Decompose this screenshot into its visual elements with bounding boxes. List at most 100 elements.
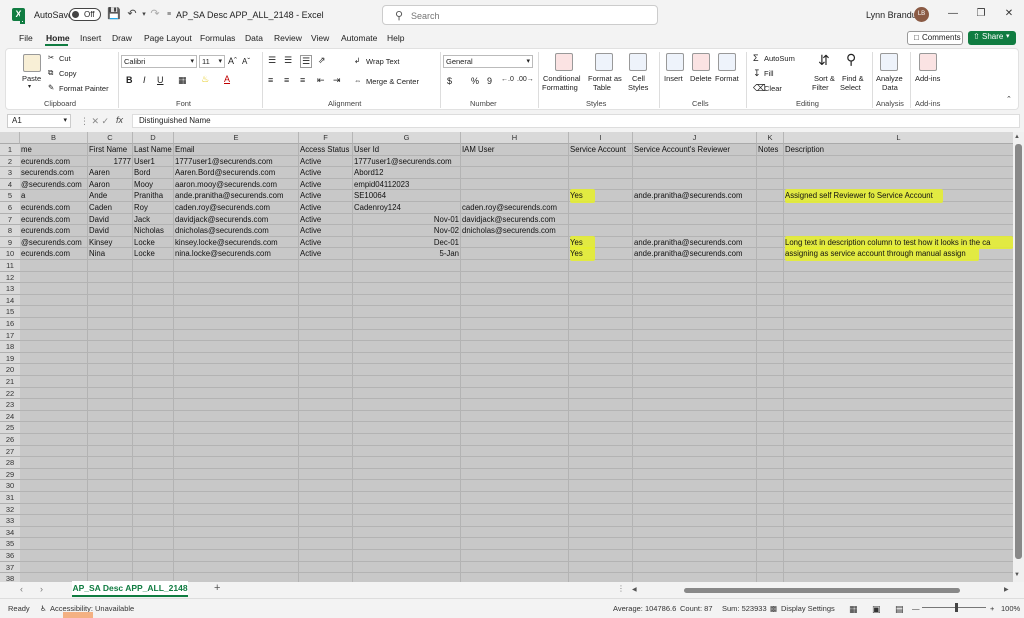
table-cell[interactable]: Nov-01 (353, 214, 461, 226)
table-cell[interactable]: Active (299, 237, 321, 249)
fill-button[interactable]: Fill (764, 69, 774, 78)
scroll-down-icon[interactable]: ▼ (1014, 572, 1020, 578)
table-cell[interactable]: Abord12 (353, 167, 383, 179)
row-header[interactable]: 23 (0, 399, 20, 411)
tab-help[interactable]: Help (387, 33, 404, 43)
row-header[interactable]: 35 (0, 538, 20, 550)
table-cell[interactable]: Yes (569, 237, 583, 249)
header-cell[interactable]: me (20, 144, 32, 156)
row-header[interactable]: 2 (0, 155, 20, 168)
align-right-icon[interactable]: ≡ (300, 75, 305, 85)
tab-insert[interactable]: Insert (80, 33, 101, 43)
decrease-font-icon[interactable]: Aˇ (242, 57, 250, 66)
table-cell[interactable]: Mooy (133, 179, 153, 191)
increase-indent-icon[interactable]: ⇥ (333, 75, 341, 86)
collapse-ribbon-icon[interactable]: ⌃ (1006, 95, 1012, 103)
table-cell[interactable]: Yes (569, 190, 583, 202)
column-header-l[interactable]: L (784, 132, 1014, 144)
zoom-slider-knob[interactable] (955, 603, 958, 612)
table-cell[interactable]: Nov-02 (353, 225, 461, 237)
column-header-h[interactable]: H (461, 132, 569, 144)
vertical-scrollbar[interactable]: ▲ ▼ (1013, 132, 1024, 582)
column-header-e[interactable]: E (174, 132, 299, 144)
autosum-icon[interactable]: Σ (753, 53, 759, 63)
delete-cells-icon[interactable] (692, 53, 710, 71)
table-cell[interactable]: @securends.com (20, 237, 82, 249)
row-header[interactable]: 20 (0, 364, 20, 376)
customize-toolbar-icon[interactable]: ≡ (162, 8, 176, 21)
table-cell[interactable]: @securends.com (20, 179, 82, 191)
cancel-confirm-icons[interactable]: ⋮ ✕ ✓ (80, 116, 109, 127)
search-input[interactable] (411, 9, 641, 22)
add-sheet-icon[interactable]: + (214, 582, 220, 594)
table-cell[interactable]: SE10064 (353, 190, 386, 202)
merge-center-button[interactable]: Merge & Center (366, 77, 419, 86)
table-cell[interactable]: ecurends.com (20, 214, 70, 226)
restore-icon[interactable]: ❐ (974, 7, 988, 21)
table-cell[interactable]: Active (299, 179, 321, 191)
row-header[interactable]: 29 (0, 468, 20, 481)
normal-view-icon[interactable]: ▦ (849, 604, 858, 615)
page-layout-view-icon[interactable]: ▣ (872, 604, 881, 615)
table-cell[interactable]: Nicholas (133, 225, 164, 237)
table-cell[interactable]: empid04112023 (353, 179, 409, 191)
find-select-icon[interactable]: ⚲ (846, 51, 856, 68)
cell-styles-icon[interactable] (629, 53, 647, 71)
header-cell[interactable]: Access Status (299, 144, 349, 156)
table-cell[interactable]: Active (299, 167, 321, 179)
analyze-data-button[interactable]: Analyze (876, 74, 903, 83)
table-cell[interactable]: securends.com (20, 167, 74, 179)
fill-icon[interactable]: ↧ (753, 68, 761, 79)
display-settings-icon[interactable]: ▩ (770, 604, 777, 613)
conditional-formatting-button[interactable]: Conditional (543, 74, 581, 83)
comma-icon[interactable]: 9 (487, 76, 492, 86)
align-middle-icon[interactable]: ☰ (284, 55, 292, 66)
table-cell[interactable]: Kinsey (88, 237, 112, 249)
table-cell[interactable]: dnicholas@securends.com (174, 225, 269, 237)
table-cell[interactable]: ecurends.com (20, 225, 70, 237)
table-cell[interactable]: ande.pranitha@securends.com (633, 248, 742, 260)
currency-icon[interactable]: $ (447, 76, 452, 86)
decrease-indent-icon[interactable]: ⇤ (317, 75, 325, 86)
cut-button[interactable]: Cut (59, 54, 71, 63)
table-cell[interactable]: Active (299, 248, 321, 260)
format-as-table-button[interactable]: Format as (588, 74, 622, 83)
table-cell[interactable]: Aaren.Bord@securends.com (174, 167, 275, 179)
tab-view[interactable]: View (311, 33, 329, 43)
clear-button[interactable]: Clear (764, 84, 782, 93)
sort-filter-button[interactable]: Sort & (814, 74, 835, 83)
column-header-f[interactable]: F (299, 132, 353, 144)
header-cell[interactable]: Service Account (569, 144, 626, 156)
zoom-out-icon[interactable]: — (912, 604, 920, 613)
table-cell[interactable]: Long text in description column to test … (784, 237, 990, 249)
row-header[interactable]: 5 (0, 190, 20, 202)
format-as-table-icon[interactable] (595, 53, 613, 71)
table-cell[interactable]: Locke (133, 237, 155, 249)
table-cell[interactable]: ecurends.com (20, 202, 70, 214)
add-ins-icon[interactable] (919, 53, 937, 71)
table-cell[interactable]: assigning as service account through man… (784, 248, 966, 260)
row-header[interactable]: 30 (0, 480, 20, 492)
table-cell[interactable]: Yes (569, 248, 583, 260)
align-bottom-icon[interactable]: ☰ (300, 55, 313, 68)
table-cell[interactable]: Locke (133, 248, 155, 260)
row-header[interactable]: 10 (0, 248, 20, 260)
previous-sheet-icon[interactable]: ‹ (20, 584, 23, 594)
table-cell[interactable]: 5-Jan (353, 248, 461, 260)
decrease-decimal-icon[interactable]: .00→ (517, 76, 534, 83)
row-header[interactable]: 36 (0, 550, 20, 562)
paste-dropdown-icon[interactable]: ▾ (28, 83, 31, 90)
share-button[interactable]: ⇧ Share ▾ (968, 31, 1016, 45)
table-cell[interactable]: a (20, 190, 25, 202)
table-cell[interactable]: ande.pranitha@securends.com (174, 190, 283, 202)
row-header[interactable]: 34 (0, 526, 20, 539)
tab-data[interactable]: Data (245, 33, 263, 43)
increase-decimal-icon[interactable]: ←.0 (501, 76, 514, 83)
format-painter-button[interactable]: Format Painter (59, 84, 109, 93)
header-cell[interactable]: Notes (757, 144, 778, 156)
row-header[interactable]: 22 (0, 387, 20, 400)
search-box[interactable]: ⚲ (382, 5, 658, 25)
name-box[interactable]: A1 ▾ (7, 114, 71, 128)
row-header[interactable]: 26 (0, 434, 20, 446)
page-break-view-icon[interactable]: ▤ (895, 604, 904, 615)
